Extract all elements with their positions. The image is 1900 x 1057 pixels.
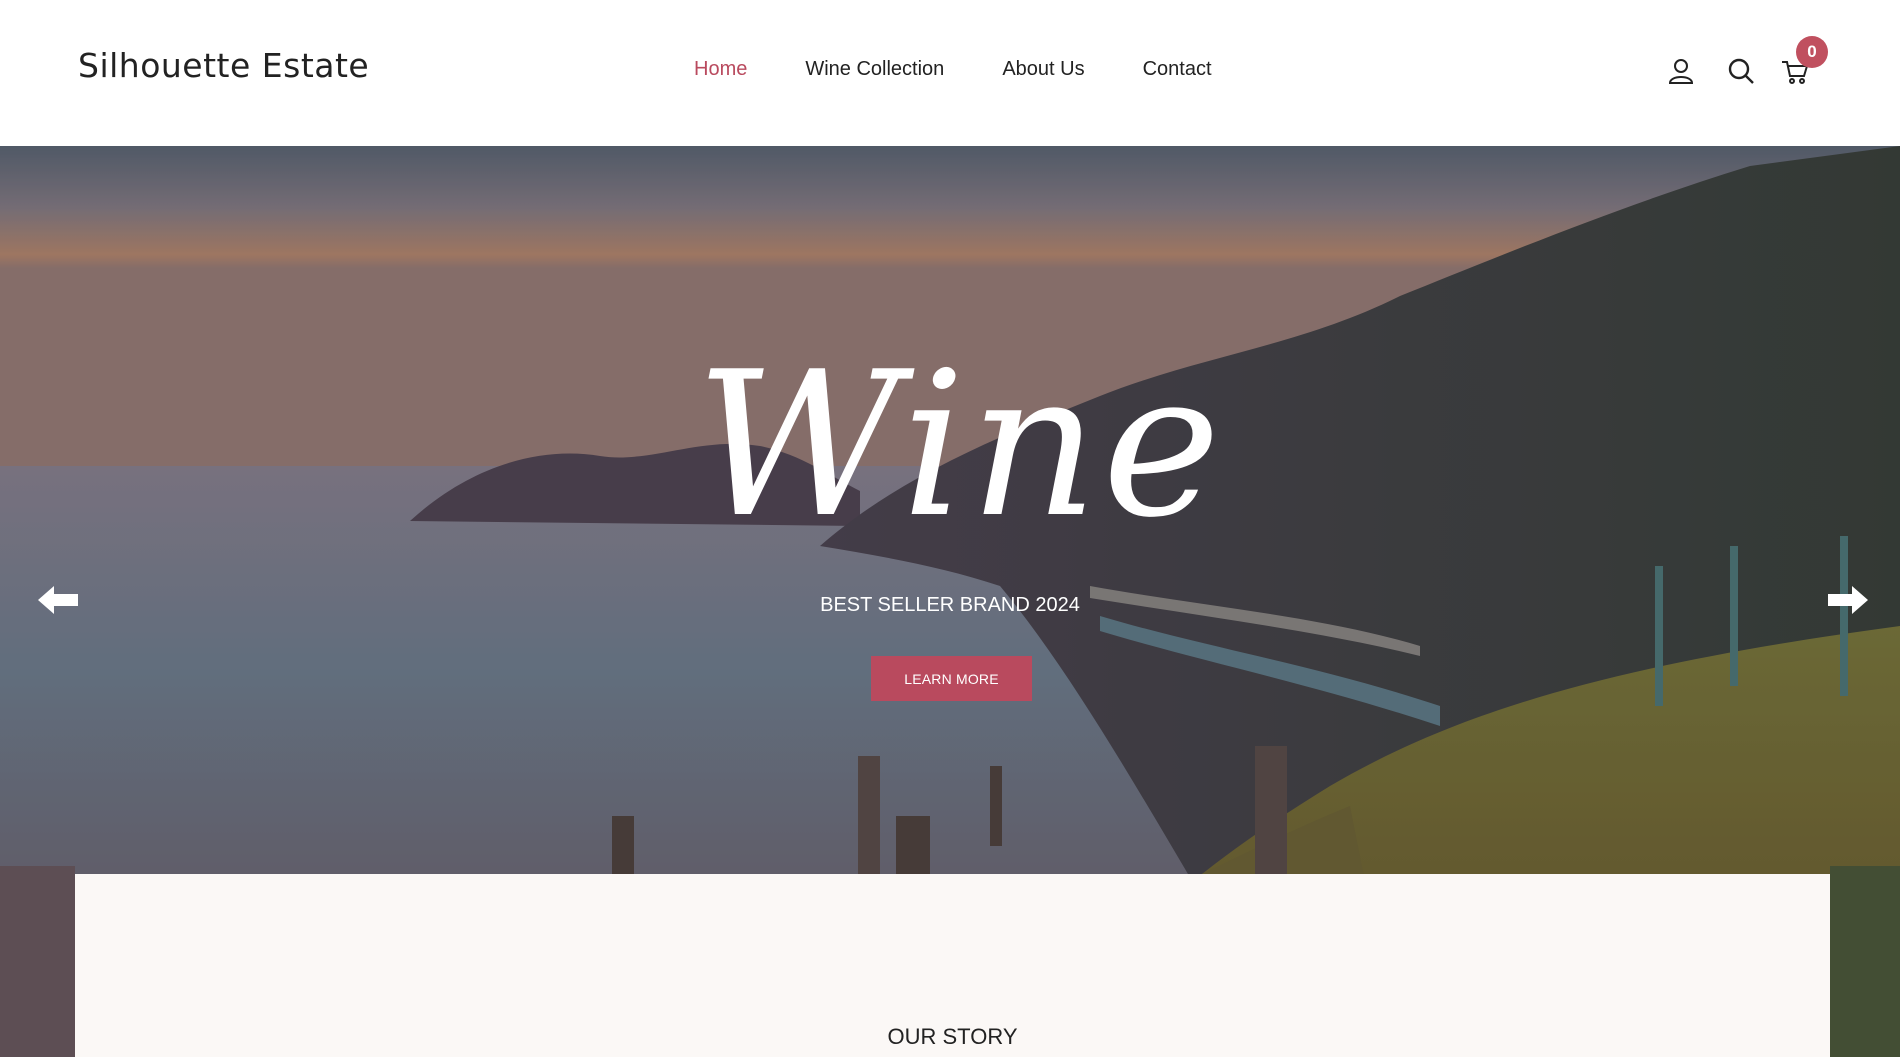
site-header: Silhouette Estate Home Wine Collection A… [0,0,1900,146]
search-icon[interactable] [1726,56,1756,86]
brand-logo[interactable]: Silhouette Estate [78,46,369,85]
hero-subtitle: BEST SELLER BRAND 2024 [820,594,1080,616]
nav-item-home[interactable]: Home [694,58,747,81]
learn-more-button[interactable]: LEARN MORE [871,656,1032,701]
our-story-section: OUR STORY [75,874,1830,1057]
our-story-title: OUR STORY [887,1024,1018,1049]
arrow-left-icon[interactable] [36,584,80,616]
nav-item-wine-collection[interactable]: Wine Collection [805,58,944,81]
user-icon[interactable] [1666,56,1696,86]
hero-title: Wine [695,329,1225,562]
arrow-right-icon[interactable] [1826,584,1870,616]
nav-item-contact[interactable]: Contact [1143,58,1212,81]
main-nav: Home Wine Collection About Us Contact [694,58,1270,81]
header-icons: 0 [1666,36,1846,92]
cart-count-badge: 0 [1796,36,1828,68]
nav-item-about-us[interactable]: About Us [1002,58,1084,81]
